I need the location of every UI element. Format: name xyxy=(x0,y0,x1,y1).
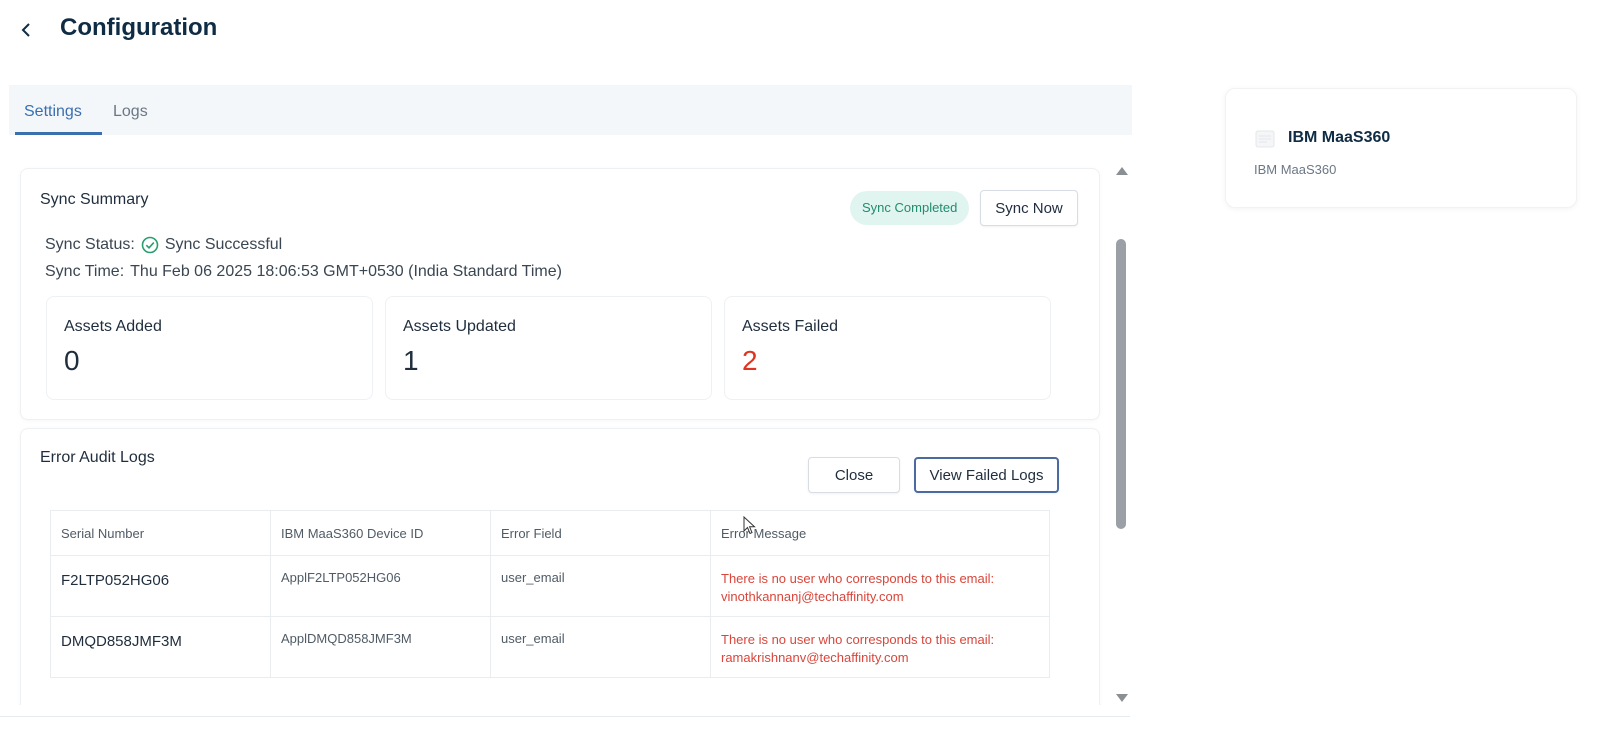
tab-logs[interactable]: Logs xyxy=(113,103,148,121)
error-message-text: There is no user who corresponds to this… xyxy=(721,571,995,586)
stat-value: 1 xyxy=(403,345,419,376)
assets-failed-stat: Assets Failed 2 xyxy=(724,296,1051,400)
scroll-up-arrow-icon[interactable] xyxy=(1116,167,1128,175)
scrollbar-thumb[interactable] xyxy=(1116,239,1126,529)
column-header: Serial Number xyxy=(50,510,271,556)
scroll-down-arrow-icon[interactable] xyxy=(1116,694,1128,702)
settings-panel: Sync Summary Sync Completed Sync Now Syn… xyxy=(0,160,1112,705)
column-header: IBM MaaS360 Device ID xyxy=(270,510,491,556)
chevron-left-icon xyxy=(21,23,30,37)
divider xyxy=(0,716,1130,717)
sync-time-value: Thu Feb 06 2025 18:06:53 GMT+0530 (India… xyxy=(130,263,562,280)
integration-name: IBM MaaS360 xyxy=(1288,129,1391,146)
table-row: F2LTP052HG06 ApplF2LTP052HG06 user_email… xyxy=(50,555,1050,617)
error-audit-card: Error Audit Logs Close View Failed Logs … xyxy=(20,428,1100,705)
page-title: Configuration xyxy=(60,14,218,41)
serial-cell: DMQD858JMF3M xyxy=(50,616,271,678)
error-message-cell: There is no user who corresponds to this… xyxy=(710,555,1050,617)
table-header-row: Serial Number IBM MaaS360 Device ID Erro… xyxy=(50,510,1050,556)
error-field-cell: user_email xyxy=(490,555,711,617)
table-row: DMQD858JMF3M ApplDMQD858JMF3M user_email… xyxy=(50,616,1050,678)
error-message-text: There is no user who corresponds to this… xyxy=(721,632,995,647)
error-field-cell: user_email xyxy=(490,616,711,678)
sync-status-label: Sync Status: xyxy=(45,236,135,253)
back-button[interactable] xyxy=(14,17,38,43)
serial-cell: F2LTP052HG06 xyxy=(50,555,271,617)
sync-time-line: Sync Time: Thu Feb 06 2025 18:06:53 GMT+… xyxy=(45,263,562,281)
stat-label: Assets Failed xyxy=(742,318,839,335)
mouse-pointer-icon xyxy=(743,516,756,535)
tabs-bar: Settings Logs xyxy=(9,85,1132,135)
tab-settings[interactable]: Settings xyxy=(24,103,82,121)
stat-label: Assets Updated xyxy=(403,318,516,335)
error-message-cell: There is no user who corresponds to this… xyxy=(710,616,1050,678)
sync-summary-card: Sync Summary Sync Completed Sync Now Syn… xyxy=(20,168,1100,420)
assets-updated-stat: Assets Updated 1 xyxy=(385,296,712,400)
sync-status-badge: Sync Completed xyxy=(850,191,970,225)
device-id-cell: ApplF2LTP052HG06 xyxy=(270,555,491,617)
active-tab-indicator xyxy=(15,132,102,135)
integration-subtitle: IBM MaaS360 xyxy=(1254,162,1337,177)
close-button[interactable]: Close xyxy=(808,457,900,493)
stat-label: Assets Added xyxy=(64,318,162,335)
document-icon xyxy=(1255,130,1275,148)
vertical-scrollbar[interactable] xyxy=(1112,163,1130,709)
integration-card[interactable]: IBM MaaS360 IBM MaaS360 xyxy=(1225,88,1577,208)
error-log-table: Serial Number IBM MaaS360 Device ID Erro… xyxy=(50,510,1050,678)
assets-added-stat: Assets Added 0 xyxy=(46,296,373,400)
error-audit-title: Error Audit Logs xyxy=(40,449,155,466)
sync-status-line: Sync Status: Sync Successful xyxy=(45,236,282,254)
stat-value: 2 xyxy=(742,345,758,376)
device-id-cell: ApplDMQD858JMF3M xyxy=(270,616,491,678)
sync-status-value: Sync Successful xyxy=(164,236,283,253)
stat-value: 0 xyxy=(64,345,80,376)
sync-now-button[interactable]: Sync Now xyxy=(980,190,1078,226)
sync-time-label: Sync Time: xyxy=(45,263,125,280)
column-header: Error Message xyxy=(710,510,1050,556)
view-failed-logs-button[interactable]: View Failed Logs xyxy=(914,457,1059,493)
sync-summary-title: Sync Summary xyxy=(40,191,149,208)
check-circle-icon xyxy=(141,236,159,254)
error-message-email: ramakrishnanv@techaffinity.com xyxy=(721,650,909,665)
column-header: Error Field xyxy=(490,510,711,556)
error-message-email: vinothkannanj@techaffinity.com xyxy=(721,589,904,604)
